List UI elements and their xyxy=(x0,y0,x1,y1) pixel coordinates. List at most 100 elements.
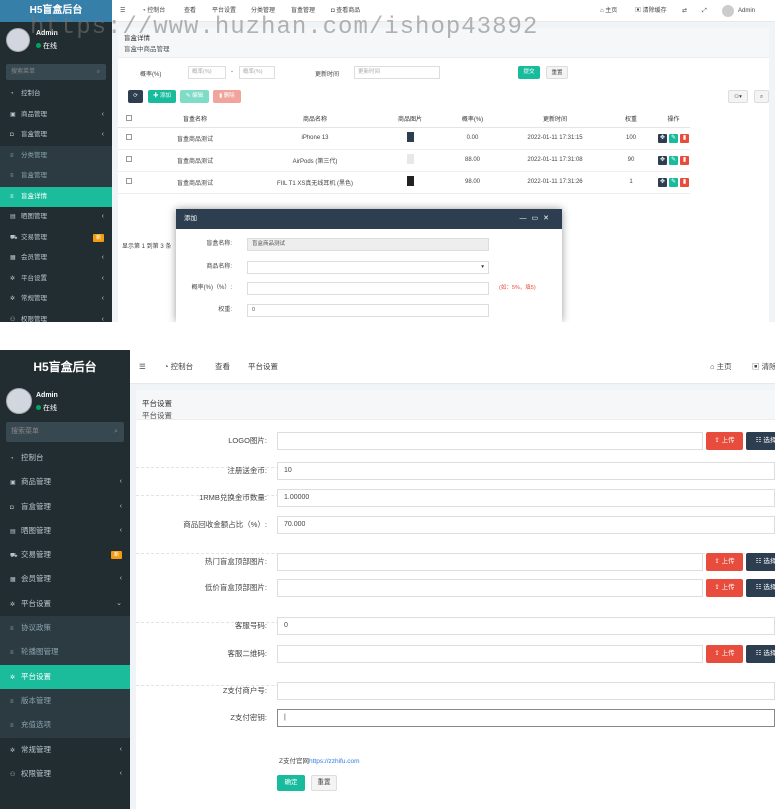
sidebar-item[interactable]: ✲ 平台设置 xyxy=(0,664,130,689)
maximize-icon[interactable]: ▭ xyxy=(532,215,544,222)
edit-icon[interactable]: ✎ xyxy=(669,177,678,187)
form-input[interactable] xyxy=(277,682,775,700)
sidebar-item[interactable]: ▣ 商品管理 ‹ xyxy=(0,105,112,126)
form-input[interactable] xyxy=(277,645,703,663)
row-checkbox[interactable] xyxy=(118,127,140,150)
form-input[interactable] xyxy=(277,579,703,597)
theme-icon[interactable]: ⇄ xyxy=(682,0,687,22)
clear-cache-link[interactable]: ▣ 清除 xyxy=(752,350,775,384)
tab-platform-settings[interactable]: 平台设置 xyxy=(248,350,278,384)
sidebar-item[interactable]: ≡ 轮播图管理 xyxy=(0,640,130,665)
sidebar-item[interactable]: ⛟ 交易管理 新 xyxy=(0,543,130,567)
sidebar-item[interactable]: ✲ 平台设置 ⌄ xyxy=(0,592,130,616)
form-input[interactable] xyxy=(277,553,703,571)
goods-thumbnail[interactable] xyxy=(406,176,414,186)
trash-icon[interactable]: ▮ xyxy=(680,133,689,143)
tab-dashboard[interactable]: ◔ 控制台 xyxy=(142,0,165,22)
time-input[interactable]: 更新时间 xyxy=(354,66,440,79)
refresh-button[interactable]: ⟳ xyxy=(128,90,143,103)
select-all-checkbox[interactable] xyxy=(118,111,140,128)
col-goods-name[interactable]: 商品名称 xyxy=(250,111,380,128)
form-input[interactable]: 1.00000 xyxy=(277,489,775,507)
upload-button[interactable]: ⇪ 上传 xyxy=(706,553,743,571)
col-box-name[interactable]: 盲盒名称 xyxy=(140,111,250,128)
choose-button[interactable]: ☷ 选择 xyxy=(746,432,775,450)
tab-dashboard[interactable]: ◔ 控制台 xyxy=(164,350,193,384)
col-goods-image[interactable]: 商品图片 xyxy=(380,111,440,128)
minimize-icon[interactable]: — xyxy=(520,215,532,222)
drag-icon[interactable]: ✥ xyxy=(658,133,667,143)
submit-button[interactable]: 提交 xyxy=(518,66,540,79)
tab-view[interactable]: 查看 xyxy=(184,0,196,22)
upload-button[interactable]: ⇪ 上传 xyxy=(706,579,743,597)
reset-button[interactable]: 重置 xyxy=(311,775,337,791)
home-link[interactable]: ⌂ 主页 xyxy=(600,0,617,22)
sidebar-item[interactable]: ⚇ 权限管理 ‹ xyxy=(0,310,112,323)
sidebar-item[interactable]: ≡ 版本管理 xyxy=(0,688,130,714)
table-row[interactable]: 盲盒商品测试 iPhone 13 0.00 2022-01-11 17:31:15 10… xyxy=(118,127,690,150)
sidebar-search-input[interactable]: 搜索菜单 ⌕ xyxy=(6,422,124,442)
sidebar-item[interactable]: ≡ 盲盒详情 xyxy=(0,186,112,207)
drag-icon[interactable]: ✥ xyxy=(658,177,667,187)
choose-button[interactable]: ☷ 选择 xyxy=(746,553,775,571)
reset-button[interactable]: 重置 xyxy=(546,66,568,79)
sidebar-item[interactable]: ≡ 充值选项 xyxy=(0,713,130,738)
choose-button[interactable]: ☷ 选择 xyxy=(746,645,775,663)
form-input[interactable]: 10 xyxy=(277,462,775,480)
sidebar-item[interactable]: ◔ 控制台 xyxy=(0,84,112,105)
form-input[interactable] xyxy=(277,432,703,450)
sidebar-item[interactable]: ▤ 晒图管理 ‹ xyxy=(0,207,112,228)
trash-icon[interactable]: ▮ xyxy=(680,155,689,165)
prob-min-input[interactable]: 概率(%) xyxy=(188,66,226,79)
drag-icon[interactable]: ✥ xyxy=(658,155,667,165)
sidebar-item[interactable]: ◔ 控制台 xyxy=(0,446,130,470)
trash-icon[interactable]: ▮ xyxy=(680,177,689,187)
goods-thumbnail[interactable] xyxy=(406,132,414,142)
goods-name-select[interactable]: ▾ xyxy=(247,261,489,274)
sidebar-item[interactable]: ⚇ 权限管理 ‹ xyxy=(0,762,130,786)
table-search-icon[interactable]: ⌕ xyxy=(754,90,769,103)
sidebar-item[interactable]: ≡ 协议政策 xyxy=(0,616,130,641)
row-checkbox[interactable] xyxy=(118,149,140,172)
close-icon[interactable]: ✕ xyxy=(543,215,554,222)
form-input[interactable]: 70.000 xyxy=(277,516,775,534)
columns-dropdown-icon[interactable]: ⚇▾ xyxy=(728,90,748,103)
sidebar-item[interactable]: ✲ 常规管理 ‹ xyxy=(0,289,112,310)
add-button[interactable]: ✚ 添加 xyxy=(148,90,176,103)
sidebar-item[interactable]: ◘ 盲盒管理 ‹ xyxy=(0,495,130,519)
sidebar-item[interactable]: ▦ 会员管理 ‹ xyxy=(0,248,112,269)
sidebar-item[interactable]: ▣ 商品管理 ‹ xyxy=(0,470,130,494)
delete-button[interactable]: ▮ 删除 xyxy=(213,90,241,103)
search-icon[interactable]: ⌕ xyxy=(97,64,100,80)
form-input[interactable]: 0 xyxy=(277,617,775,635)
sidebar-search-input[interactable]: 搜索菜单 ⌕ xyxy=(6,64,106,80)
sidebar-item[interactable]: ✲ 常规管理 ‹ xyxy=(0,738,130,762)
probability-input[interactable] xyxy=(247,282,489,295)
sidebar-item[interactable]: ▦ 会员管理 ‹ xyxy=(0,567,130,591)
sidebar-item[interactable]: ◘ 盲盒管理 ‹ xyxy=(0,125,112,146)
prob-max-input[interactable]: 概率(%) xyxy=(239,66,275,79)
admin-avatar[interactable] xyxy=(722,5,734,17)
choose-button[interactable]: ☷ 选择 xyxy=(746,579,775,597)
col-probability[interactable]: 概率(%) xyxy=(440,111,505,128)
upload-button[interactable]: ⇪ 上传 xyxy=(706,432,743,450)
zpay-link[interactable]: https://zzhifu.com xyxy=(309,758,360,765)
tab-view[interactable]: 查看 xyxy=(215,350,230,384)
sidebar-item[interactable]: ✲ 平台设置 ‹ xyxy=(0,269,112,290)
tab-platform-settings[interactable]: 平台设置 xyxy=(212,0,236,22)
table-row[interactable]: 盲盒商品测试 AirPods (第三代) 88.00 2022-01-11 17:31… xyxy=(118,149,690,172)
home-link[interactable]: ⌂ 主页 xyxy=(710,350,732,384)
sidebar-item[interactable]: ≡ 盲盒管理 xyxy=(0,166,112,187)
edit-button[interactable]: ✎ 编辑 xyxy=(180,90,209,103)
fullscreen-icon[interactable]: ⤢ xyxy=(702,0,707,22)
sidebar-item[interactable]: ▤ 晒图管理 ‹ xyxy=(0,519,130,543)
sidebar-item[interactable]: ≡ 分类管理 xyxy=(0,145,112,166)
col-update-time[interactable]: 更新时间 xyxy=(505,111,605,128)
row-checkbox[interactable] xyxy=(118,171,140,194)
menu-toggle-icon[interactable]: ☰ xyxy=(120,0,125,22)
sidebar-item[interactable]: ⛟ 交易管理 新 xyxy=(0,228,112,249)
admin-menu[interactable]: Admin xyxy=(738,0,755,22)
edit-icon[interactable]: ✎ xyxy=(669,133,678,143)
form-input[interactable]: | xyxy=(277,709,775,727)
col-weight[interactable]: 权重 xyxy=(605,111,657,128)
